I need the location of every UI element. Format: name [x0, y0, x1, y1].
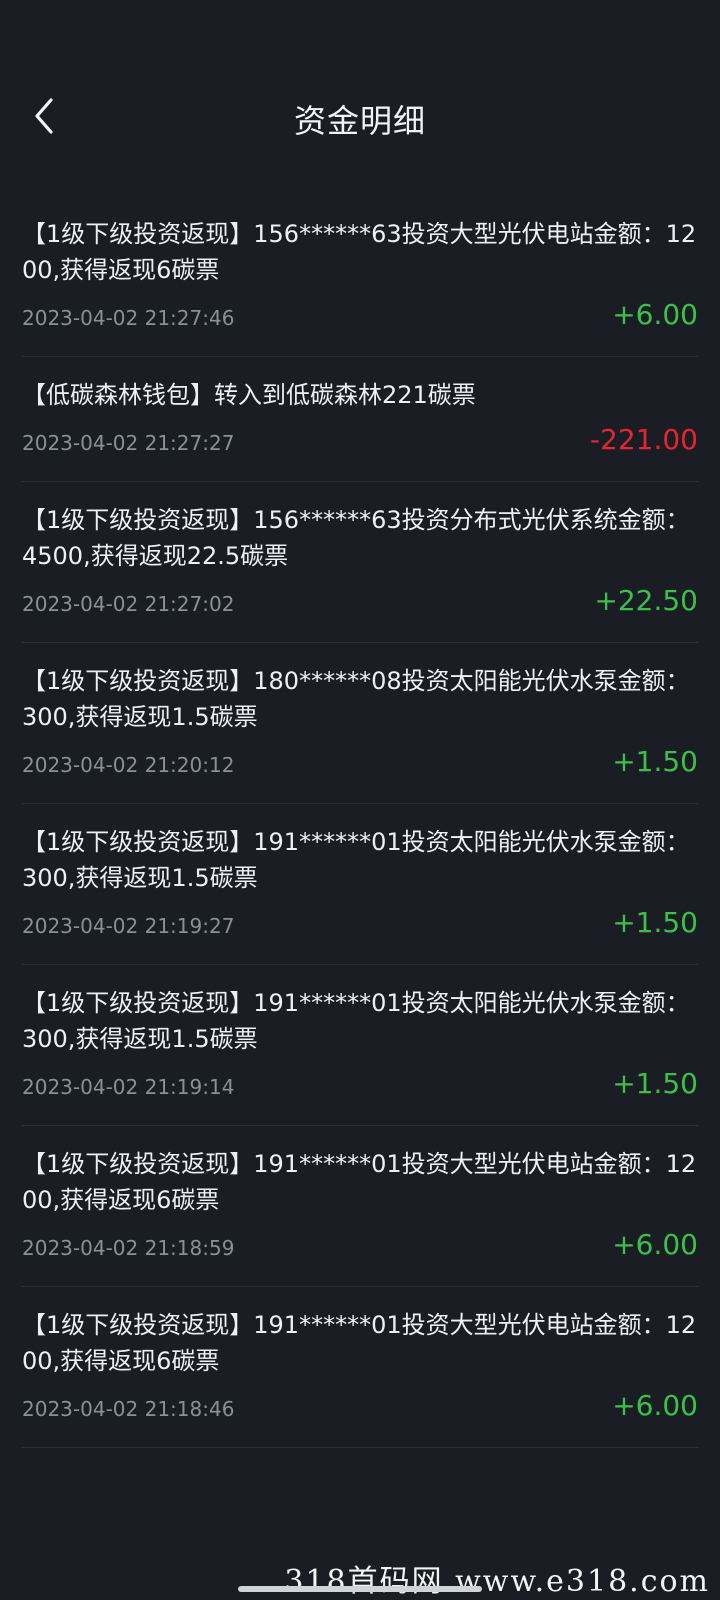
page-title: 资金明细 [293, 102, 426, 140]
transaction-list: 【1级下级投资返现】156******63投资大型光伏电站金额：1200,获得返… [0, 196, 720, 1448]
item-description: 【低碳森林钱包】转入到低碳森林221碳票 [22, 381, 476, 409]
item-time: 2023-04-02 21:27:46 [22, 306, 235, 330]
item-time: 2023-04-02 21:19:27 [22, 914, 235, 938]
item-meta: 2023-04-02 21:18:46 +6.00 [22, 1389, 698, 1429]
list-item[interactable]: 【1级下级投资返现】156******63投资分布式光伏系统金额：4500,获得… [22, 482, 698, 643]
item-description: 【1级下级投资返现】191******01投资大型光伏电站金额：1200,获得返… [22, 1311, 697, 1375]
item-time: 2023-04-02 21:19:14 [22, 1075, 235, 1099]
list-item[interactable]: 【1级下级投资返现】191******01投资太阳能光伏水泵金额：300,获得返… [22, 965, 698, 1126]
item-time: 2023-04-02 21:20:12 [22, 753, 235, 777]
item-meta: 2023-04-02 21:20:12 +1.50 [22, 745, 698, 785]
item-description: 【1级下级投资返现】191******01投资大型光伏电站金额：1200,获得返… [22, 1150, 697, 1214]
item-description: 【1级下级投资返现】191******01投资太阳能光伏水泵金额：300,获得返… [22, 828, 690, 892]
item-meta: 2023-04-02 21:27:46 +6.00 [22, 298, 698, 338]
list-item[interactable]: 【低碳森林钱包】转入到低碳森林221碳票 2023-04-02 21:27:27… [22, 357, 698, 482]
header-bar: 资金明细 [0, 78, 720, 158]
list-item[interactable]: 【1级下级投资返现】180******08投资太阳能光伏水泵金额：300,获得返… [22, 643, 698, 804]
item-amount: +22.50 [594, 584, 698, 617]
item-amount: -221.00 [589, 423, 698, 456]
item-meta: 2023-04-02 21:19:14 +1.50 [22, 1067, 698, 1107]
list-item[interactable]: 【1级下级投资返现】191******01投资大型光伏电站金额：1200,获得返… [22, 1126, 698, 1287]
item-amount: +6.00 [612, 1228, 698, 1261]
item-amount: +1.50 [612, 1067, 698, 1100]
item-description: 【1级下级投资返现】191******01投资太阳能光伏水泵金额：300,获得返… [22, 989, 690, 1053]
item-amount: +1.50 [612, 745, 698, 778]
item-meta: 2023-04-02 21:27:02 +22.50 [22, 584, 698, 624]
item-amount: +1.50 [612, 906, 698, 939]
item-amount: +6.00 [612, 1389, 698, 1422]
watermark: 318首码网 www.e318.com [284, 1564, 710, 1599]
item-description: 【1级下级投资返现】180******08投资太阳能光伏水泵金额：300,获得返… [22, 667, 690, 731]
item-amount: +6.00 [612, 298, 698, 331]
item-description: 【1级下级投资返现】156******63投资大型光伏电站金额：1200,获得返… [22, 220, 697, 284]
item-time: 2023-04-02 21:27:02 [22, 592, 235, 616]
item-meta: 2023-04-02 21:19:27 +1.50 [22, 906, 698, 946]
item-meta: 2023-04-02 21:27:27 -221.00 [22, 423, 698, 463]
page: 资金明细 【1级下级投资返现】156******63投资大型光伏电站金额：120… [0, 0, 720, 1600]
item-description: 【1级下级投资返现】156******63投资分布式光伏系统金额：4500,获得… [22, 506, 690, 570]
list-item[interactable]: 【1级下级投资返现】156******63投资大型光伏电站金额：1200,获得返… [22, 196, 698, 357]
list-item[interactable]: 【1级下级投资返现】191******01投资大型光伏电站金额：1200,获得返… [22, 1287, 698, 1448]
list-item[interactable]: 【1级下级投资返现】191******01投资太阳能光伏水泵金额：300,获得返… [22, 804, 698, 965]
item-time: 2023-04-02 21:18:59 [22, 1236, 235, 1260]
home-indicator[interactable] [238, 1586, 482, 1592]
item-time: 2023-04-02 21:27:27 [22, 431, 235, 455]
item-time: 2023-04-02 21:18:46 [22, 1397, 235, 1421]
item-meta: 2023-04-02 21:18:59 +6.00 [22, 1228, 698, 1268]
